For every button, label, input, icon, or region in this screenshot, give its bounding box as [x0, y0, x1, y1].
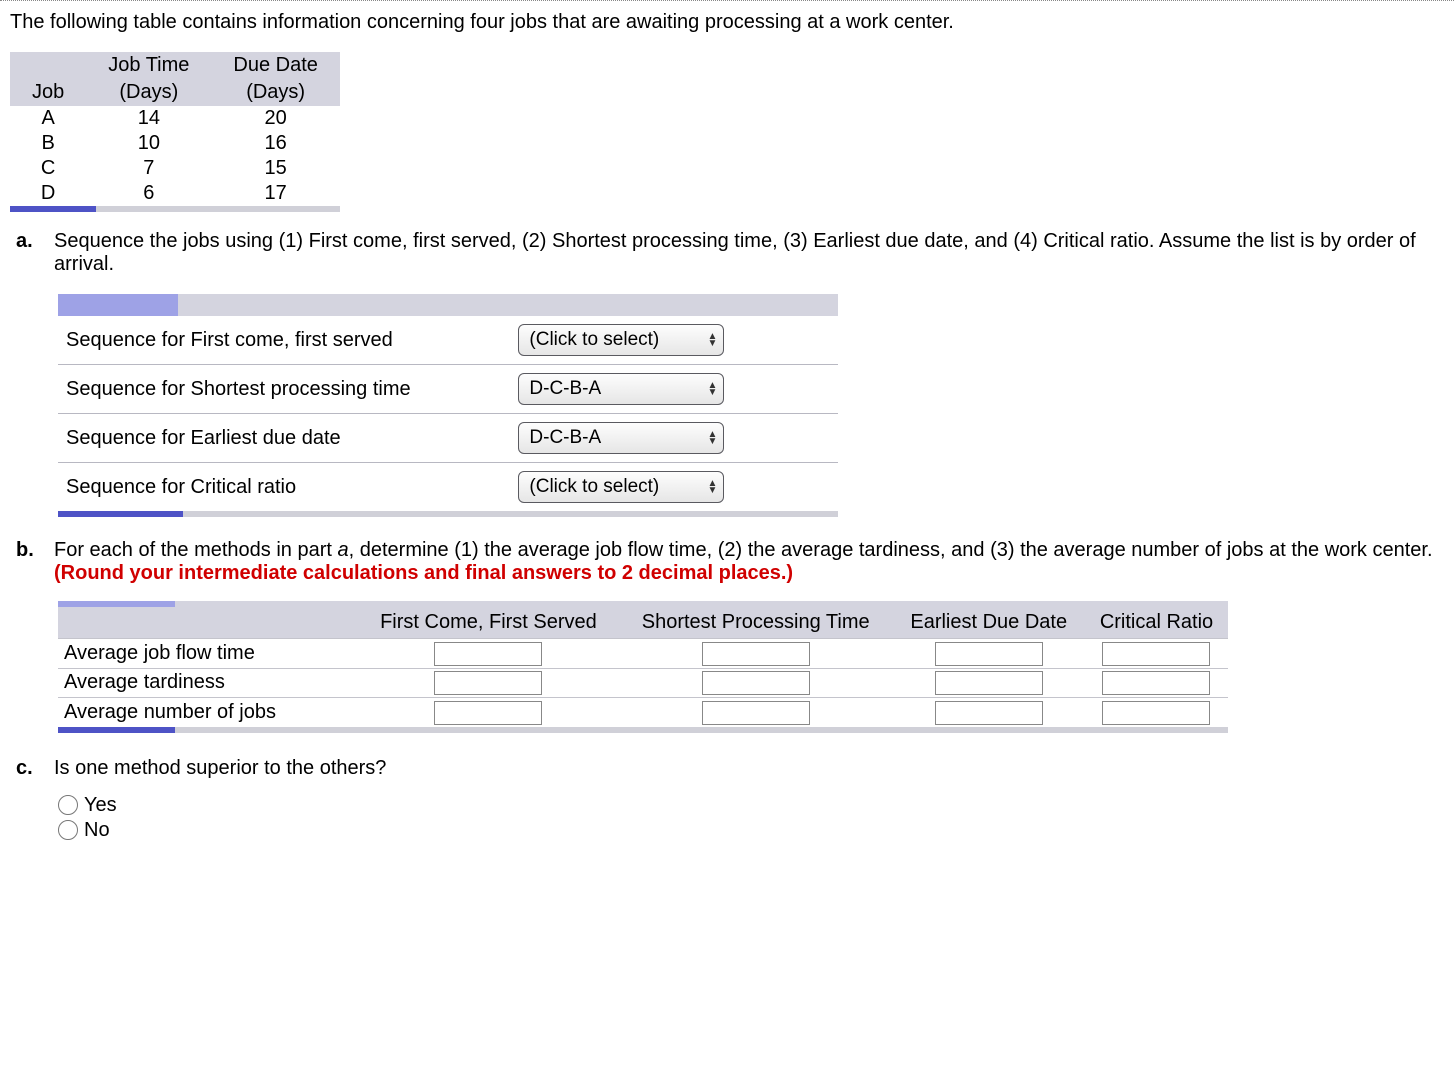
cell-due: 15	[211, 156, 340, 181]
seq-select-value: (Click to select)	[529, 329, 659, 351]
table-row: Average number of jobs	[58, 698, 1228, 727]
sequence-answer-block: Sequence for First come, first served (C…	[58, 294, 838, 517]
seq-select-value: D-C-B-A	[529, 427, 601, 449]
col-blank	[10, 52, 86, 79]
seq-select-spt[interactable]: D-C-B-A ▲▼	[518, 373, 724, 405]
col-header-duedate-top: Due Date	[211, 52, 340, 79]
cell-time: 6	[86, 181, 211, 206]
part-b-lead: For each of the methods in part	[54, 539, 338, 561]
seq-select-edd[interactable]: D-C-B-A ▲▼	[518, 422, 724, 454]
col-blank	[58, 607, 358, 639]
col-header-cr: Critical Ratio	[1085, 607, 1228, 639]
table-row: Average job flow time	[58, 639, 1228, 669]
input-numjobs-cr[interactable]	[1102, 701, 1210, 725]
part-b-red-note: (Round your intermediate calculations an…	[54, 562, 793, 584]
seq-select-fcfs[interactable]: (Click to select) ▲▼	[518, 324, 724, 356]
intro-text: The following table contains information…	[10, 11, 1444, 34]
col-header-jobtime-top: Job Time	[86, 52, 211, 79]
stepper-icon: ▲▼	[707, 480, 717, 494]
seq-label-spt: Sequence for Shortest processing time	[58, 365, 510, 414]
input-flowtime-fcfs[interactable]	[434, 642, 542, 666]
table-row: A 14 20	[10, 106, 340, 131]
seq-footer-accent	[58, 511, 838, 517]
col-header-duedate-bot: (Days)	[211, 79, 340, 106]
row-label-tardiness: Average tardiness	[58, 668, 358, 698]
table-row: D 6 17	[10, 181, 340, 206]
table-row: C 7 15	[10, 156, 340, 181]
radio-yes-label: Yes	[84, 794, 117, 817]
input-flowtime-cr[interactable]	[1102, 642, 1210, 666]
input-tardiness-fcfs[interactable]	[434, 671, 542, 695]
row-label-flowtime: Average job flow time	[58, 639, 358, 669]
stepper-icon: ▲▼	[707, 382, 717, 396]
stepper-icon: ▲▼	[707, 333, 717, 347]
radio-yes[interactable]	[58, 795, 78, 815]
cell-time: 14	[86, 106, 211, 131]
input-tardiness-spt[interactable]	[702, 671, 810, 695]
input-numjobs-edd[interactable]	[935, 701, 1043, 725]
seq-select-cr[interactable]: (Click to select) ▲▼	[518, 471, 724, 503]
cell-job: D	[10, 181, 86, 206]
cell-job: A	[10, 106, 86, 131]
cell-due: 16	[211, 131, 340, 156]
seq-header-accent	[58, 294, 838, 316]
part-a-text: Sequence the jobs using (1) First come, …	[54, 230, 1444, 276]
col-header-fcfs: First Come, First Served	[358, 607, 619, 639]
col-header-job: Job	[10, 79, 86, 106]
col-header-jobtime-bot: (Days)	[86, 79, 211, 106]
seq-label-fcfs: Sequence for First come, first served	[58, 316, 510, 365]
cell-time: 7	[86, 156, 211, 181]
part-b-marker: b.	[16, 539, 38, 585]
table-bottom-accent	[10, 206, 340, 212]
part-b-ital: a	[338, 539, 349, 561]
input-tardiness-edd[interactable]	[935, 671, 1043, 695]
col-header-edd: Earliest Due Date	[893, 607, 1085, 639]
cell-due: 20	[211, 106, 340, 131]
input-flowtime-edd[interactable]	[935, 642, 1043, 666]
cell-time: 10	[86, 131, 211, 156]
seq-select-value: D-C-B-A	[529, 378, 601, 400]
stepper-icon: ▲▼	[707, 431, 717, 445]
col-header-spt: Shortest Processing Time	[619, 607, 893, 639]
job-data-table: Job Time Due Date Job (Days) (Days) A 14…	[10, 52, 340, 212]
part-a-marker: a.	[16, 230, 38, 276]
seq-label-cr: Sequence for Critical ratio	[58, 463, 510, 512]
part-c-marker: c.	[16, 757, 38, 780]
input-tardiness-cr[interactable]	[1102, 671, 1210, 695]
part-c-radio-group: Yes No	[58, 794, 1444, 842]
row-label-numjobs: Average number of jobs	[58, 698, 358, 727]
radio-no-label: No	[84, 819, 110, 842]
part-b-text: For each of the methods in part a, deter…	[54, 539, 1444, 585]
cell-job: C	[10, 156, 86, 181]
cell-due: 17	[211, 181, 340, 206]
seq-select-value: (Click to select)	[529, 476, 659, 498]
radio-no[interactable]	[58, 820, 78, 840]
part-b-mid: , determine (1) the average job flow tim…	[349, 539, 1433, 561]
metrics-table-block: First Come, First Served Shortest Proces…	[58, 601, 1228, 733]
metrics-footer-accent	[58, 727, 1228, 733]
seq-label-edd: Sequence for Earliest due date	[58, 414, 510, 463]
input-numjobs-spt[interactable]	[702, 701, 810, 725]
input-flowtime-spt[interactable]	[702, 642, 810, 666]
table-row: B 10 16	[10, 131, 340, 156]
table-row: Average tardiness	[58, 668, 1228, 698]
cell-job: B	[10, 131, 86, 156]
input-numjobs-fcfs[interactable]	[434, 701, 542, 725]
part-c-text: Is one method superior to the others?	[54, 757, 1444, 780]
